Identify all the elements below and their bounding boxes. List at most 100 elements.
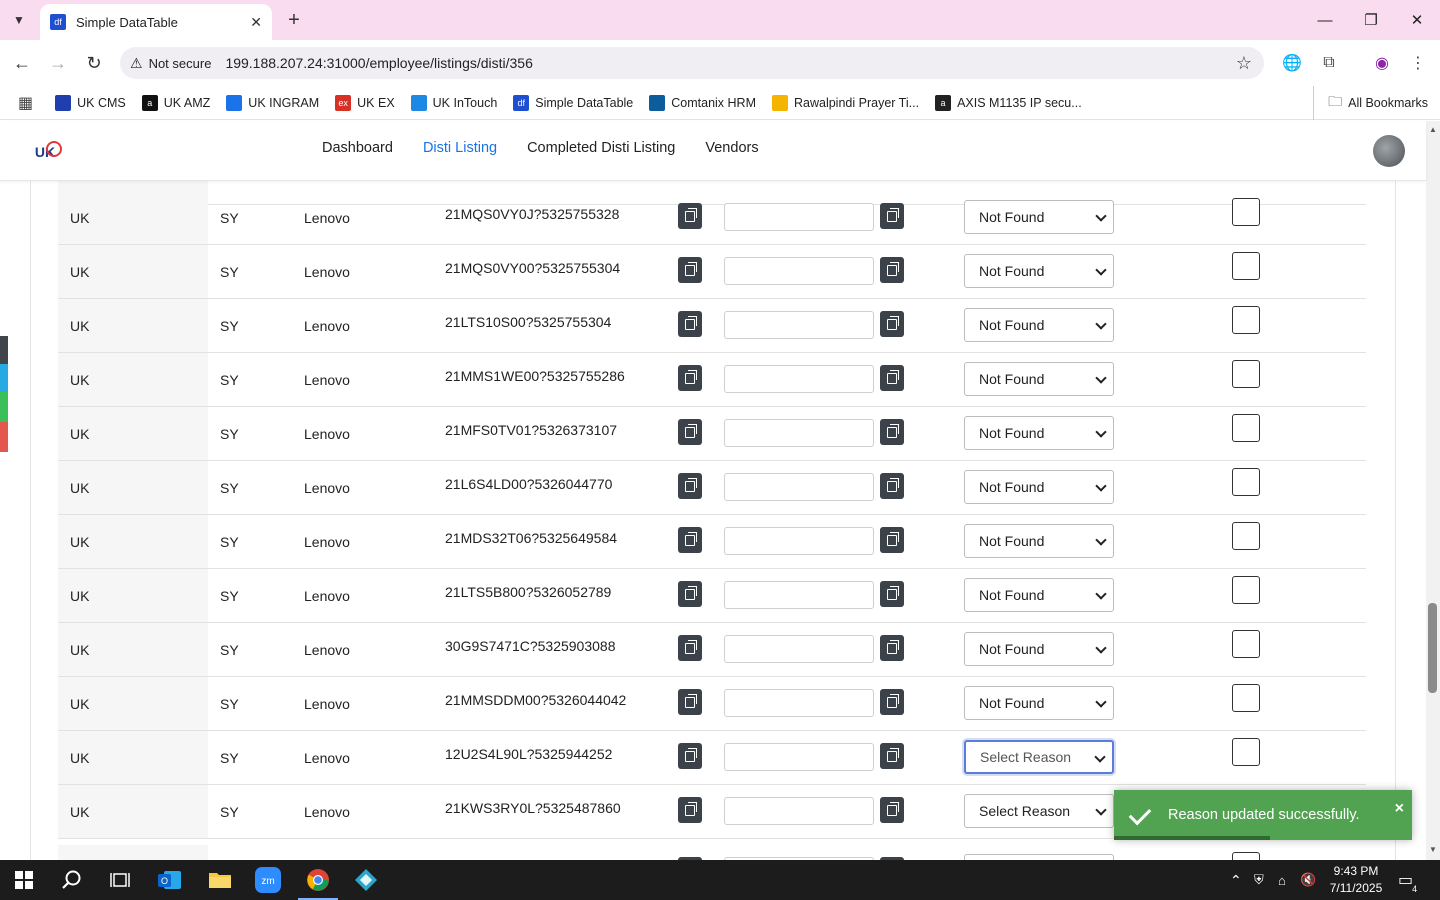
row-checkbox[interactable] [1232, 414, 1260, 442]
paste-button[interactable] [880, 689, 904, 715]
address-bar[interactable]: ⚠ Not secure 199.188.207.24:31000/employ… [120, 47, 1264, 79]
search-icon[interactable] [48, 860, 96, 900]
row-checkbox[interactable] [1232, 852, 1260, 860]
reason-select[interactable]: Not Found [964, 524, 1114, 558]
back-arrow-icon[interactable]: ← [9, 50, 35, 76]
row-checkbox[interactable] [1232, 306, 1260, 334]
bookmark-item[interactable]: Rawalpindi Prayer Ti... [772, 94, 919, 111]
page-scrollbar[interactable]: ▲ ▼ [1426, 121, 1440, 860]
copy-sku-button[interactable] [678, 527, 702, 553]
file-explorer-icon[interactable] [196, 860, 244, 900]
value-input[interactable] [724, 581, 874, 609]
task-view-icon[interactable] [96, 860, 144, 900]
browser-menu-icon[interactable]: ⋮ [1407, 52, 1429, 74]
paste-button[interactable] [880, 203, 904, 229]
paste-button[interactable] [880, 797, 904, 823]
row-checkbox[interactable] [1232, 360, 1260, 388]
bookmark-item[interactable]: Comtanix HRM [649, 94, 756, 111]
value-input[interactable] [724, 419, 874, 447]
value-input[interactable] [724, 203, 874, 231]
side-widget-dark[interactable] [0, 336, 8, 364]
copy-sku-button[interactable] [678, 365, 702, 391]
translate-globe-icon[interactable]: 🌐 [1281, 52, 1303, 74]
minimize-icon[interactable]: — [1302, 0, 1348, 40]
bookmark-item[interactable]: a AXIS M1135 IP secu... [935, 94, 1082, 111]
tab-search-chevron-icon[interactable]: ▼ [6, 7, 32, 33]
side-widget-blue[interactable] [0, 364, 8, 392]
maximize-icon[interactable]: ❐ [1348, 0, 1394, 40]
paste-button[interactable] [880, 365, 904, 391]
value-input[interactable] [724, 743, 874, 771]
row-checkbox[interactable] [1232, 522, 1260, 550]
bookmark-item[interactable]: UK CMS [55, 94, 126, 111]
paste-button[interactable] [880, 419, 904, 445]
reason-select[interactable]: Not Found [964, 578, 1114, 612]
new-tab-plus-icon[interactable]: + [282, 8, 306, 32]
paste-button[interactable] [880, 527, 904, 553]
notifications-icon[interactable]: ▭ 4 [1398, 860, 1417, 900]
copy-sku-button[interactable] [678, 203, 702, 229]
reason-select[interactable]: Not Found [964, 362, 1114, 396]
apps-grid-icon[interactable]: ▦ [18, 93, 33, 113]
scrollbar-thumb[interactable] [1428, 603, 1437, 693]
toast-close-icon[interactable]: × [1395, 800, 1404, 818]
bookmark-item[interactable]: UK InTouch [410, 94, 497, 111]
reason-select[interactable]: Not Found [964, 416, 1114, 450]
copy-sku-button[interactable] [678, 311, 702, 337]
paste-button[interactable] [880, 743, 904, 769]
value-input[interactable] [724, 365, 874, 393]
paste-button[interactable] [880, 581, 904, 607]
value-input[interactable] [724, 797, 874, 825]
nav-disti-listing[interactable]: Disti Listing [423, 140, 497, 156]
window-close-icon[interactable]: ✕ [1394, 0, 1440, 40]
zoom-icon[interactable]: zm [244, 860, 292, 900]
extensions-puzzle-icon[interactable]: ⧉ [1318, 52, 1340, 74]
copy-sku-button[interactable] [678, 257, 702, 283]
app-diamond-icon[interactable] [342, 860, 390, 900]
scroll-down-icon[interactable]: ▼ [1429, 845, 1437, 854]
copy-sku-button[interactable] [678, 419, 702, 445]
security-indicator[interactable]: ⚠ Not secure [130, 55, 211, 72]
copy-sku-button[interactable] [678, 473, 702, 499]
row-checkbox[interactable] [1232, 198, 1260, 226]
row-checkbox[interactable] [1232, 630, 1260, 658]
paste-button[interactable] [880, 635, 904, 661]
nav-completed-disti-listing[interactable]: Completed Disti Listing [527, 140, 675, 156]
paste-button[interactable] [880, 473, 904, 499]
reason-select[interactable]: Not Found [964, 254, 1114, 288]
bookmark-item[interactable]: UK INGRAM [226, 94, 319, 111]
scroll-up-icon[interactable]: ▲ [1429, 125, 1437, 134]
reload-icon[interactable]: ↻ [81, 50, 107, 76]
bookmark-item[interactable]: df Simple DataTable [513, 94, 633, 111]
row-checkbox[interactable] [1232, 684, 1260, 712]
row-checkbox[interactable] [1232, 576, 1260, 604]
tab-close-icon[interactable]: ✕ [250, 14, 262, 31]
side-widget-green[interactable] [0, 392, 8, 422]
row-checkbox[interactable] [1232, 468, 1260, 496]
reason-select[interactable]: Not Found [964, 686, 1114, 720]
value-input[interactable] [724, 257, 874, 285]
all-bookmarks[interactable]: 🗀 All Bookmarks [1313, 86, 1428, 120]
bookmark-item[interactable]: a UK AMZ [141, 94, 210, 111]
nav-vendors[interactable]: Vendors [705, 140, 758, 156]
value-input[interactable] [724, 527, 874, 555]
uk-logo[interactable]: UK [32, 139, 62, 165]
bookmark-star-icon[interactable]: ☆ [1236, 53, 1252, 74]
value-input[interactable] [724, 473, 874, 501]
forward-arrow-icon[interactable]: → [45, 50, 71, 76]
url-text[interactable]: 199.188.207.24:31000/employee/listings/d… [225, 55, 532, 71]
copy-sku-button[interactable] [678, 689, 702, 715]
tray-security-icon[interactable]: ⛨ [1254, 860, 1264, 900]
browser-tab[interactable]: df Simple DataTable ✕ [40, 4, 272, 40]
paste-button[interactable] [880, 311, 904, 337]
row-checkbox[interactable] [1232, 738, 1260, 766]
row-checkbox[interactable] [1232, 252, 1260, 280]
windows-start-icon[interactable] [0, 860, 48, 900]
value-input[interactable] [724, 689, 874, 717]
value-input[interactable] [724, 311, 874, 339]
copy-sku-button[interactable] [678, 743, 702, 769]
copy-sku-button[interactable] [678, 635, 702, 661]
chrome-icon[interactable] [294, 860, 342, 900]
copy-sku-button[interactable] [678, 581, 702, 607]
side-widget-red[interactable] [0, 422, 8, 452]
